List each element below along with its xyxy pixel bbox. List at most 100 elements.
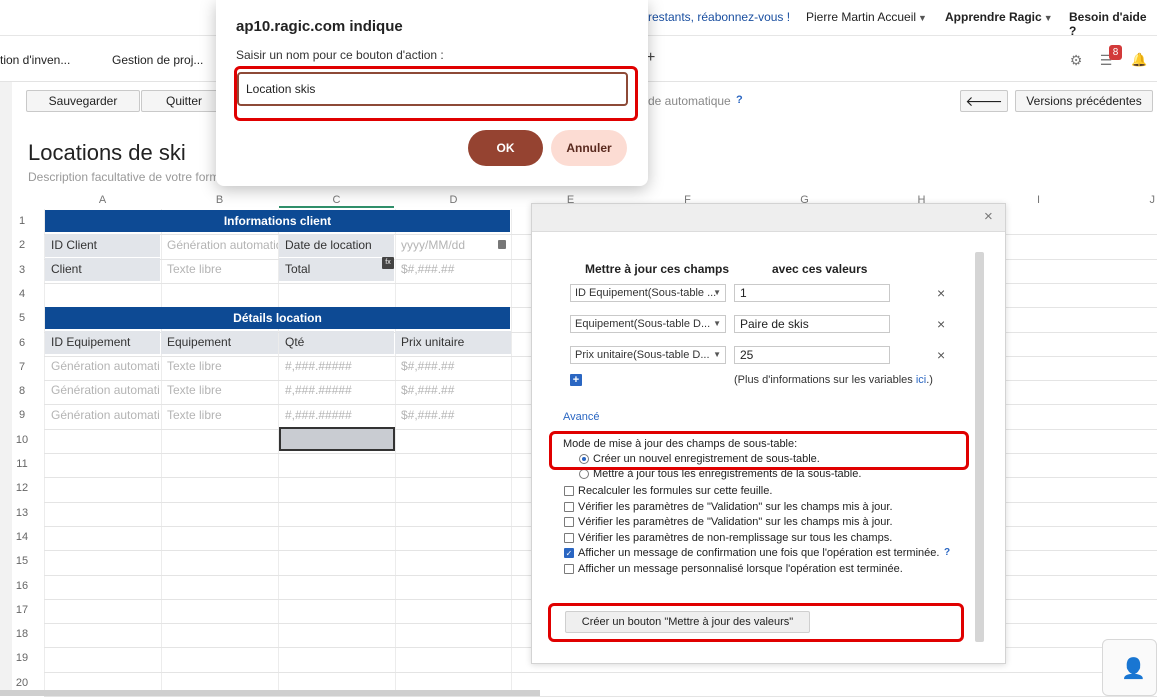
equipment-id-cell[interactable]: Génération automatiq — [45, 379, 160, 402]
option-checkbox[interactable] — [564, 486, 574, 496]
row-number[interactable]: 8 — [0, 385, 44, 397]
row-number[interactable]: 11 — [0, 458, 44, 470]
option-label[interactable]: Afficher un message de confirmation une … — [578, 547, 939, 559]
row-number[interactable]: 13 — [0, 507, 44, 519]
row-number[interactable]: 14 — [0, 531, 44, 543]
row-number[interactable]: 1 — [0, 215, 44, 227]
client-label[interactable]: Client — [45, 258, 160, 281]
equipment-cell[interactable]: Texte libre — [161, 404, 278, 427]
value-input-1[interactable]: 1 — [734, 284, 890, 302]
row-number[interactable]: 20 — [0, 677, 44, 689]
quantity-cell[interactable]: #,###.##### — [279, 404, 394, 427]
column-header-c[interactable]: C — [278, 194, 395, 206]
subscription-promo-link[interactable]: restants, réabonnez-vous ! — [648, 10, 790, 24]
row-number[interactable]: 4 — [0, 288, 44, 300]
subtable-header-equipment-id[interactable]: ID Equipement — [45, 331, 160, 354]
selected-cell-c10[interactable] — [279, 427, 395, 451]
unit-price-cell[interactable]: $#,###.## — [395, 379, 511, 402]
option-checkbox[interactable] — [564, 563, 574, 574]
rental-date-label[interactable]: Date de location — [279, 234, 394, 257]
confirmation-help-icon[interactable]: ? — [944, 547, 950, 558]
client-id-field[interactable]: Génération automatiq — [161, 234, 278, 257]
option-label[interactable]: Vérifier les paramètres de "Validation" … — [578, 516, 893, 528]
row-number[interactable]: 7 — [0, 361, 44, 373]
row-number[interactable]: 12 — [0, 482, 44, 494]
total-field[interactable]: $#,###.## — [395, 258, 511, 281]
advanced-toggle[interactable]: Avancé — [563, 411, 600, 423]
value-input-3[interactable]: 25 — [734, 346, 890, 364]
option-checkbox[interactable] — [564, 532, 574, 543]
add-mapping-icon[interactable]: + — [570, 374, 582, 386]
account-menu[interactable]: Pierre Martin Accueil ▼ — [806, 10, 927, 24]
support-widget[interactable]: 👤 — [1102, 639, 1157, 696]
learn-ragic-menu[interactable]: Apprendre Ragic ▼ — [945, 10, 1053, 24]
column-header-a[interactable]: A — [44, 194, 161, 206]
variables-help-link[interactable]: ici — [916, 374, 926, 386]
back-arrow-button[interactable]: 🡐 — [960, 90, 1008, 112]
column-header-b[interactable]: B — [161, 194, 278, 206]
delete-mapping-icon[interactable]: × — [937, 347, 945, 363]
subtable-header-equipment[interactable]: Equipement — [161, 331, 278, 354]
equipment-cell[interactable]: Texte libre — [161, 355, 278, 378]
field-select-3[interactable]: Prix unitaire(Sous-table D... ▼ — [570, 346, 726, 364]
tab-project-management[interactable]: Gestion de proj... — [112, 53, 203, 67]
option-label[interactable]: Afficher un message personnalisé lorsque… — [578, 563, 903, 575]
row-number[interactable]: 5 — [0, 312, 44, 324]
delete-mapping-icon[interactable]: × — [937, 316, 945, 332]
row-number[interactable]: 18 — [0, 628, 44, 640]
option-checkbox[interactable] — [564, 501, 574, 512]
row-number[interactable]: 3 — [0, 264, 44, 276]
panel-scrollbar[interactable] — [975, 252, 984, 642]
column-header-d[interactable]: D — [395, 194, 512, 206]
option-checkbox[interactable]: ✓ — [564, 548, 574, 558]
equipment-cell[interactable]: Texte libre — [161, 379, 278, 402]
delete-mapping-icon[interactable]: × — [937, 285, 945, 301]
option-checkbox[interactable] — [564, 517, 574, 527]
quantity-cell[interactable]: #,###.##### — [279, 379, 394, 402]
field-select-1[interactable]: ID Equipement(Sous-table ... ▼ — [570, 284, 726, 302]
option-label[interactable]: Vérifier les paramètres de "Validation" … — [578, 501, 893, 513]
equipment-id-cell[interactable]: Génération automatiq — [45, 355, 160, 378]
option-label[interactable]: Recalculer les formules sur cette feuill… — [578, 485, 772, 497]
quantity-cell[interactable]: #,###.##### — [279, 355, 394, 378]
row-number[interactable]: 2 — [0, 239, 44, 251]
unit-price-cell[interactable]: $#,###.## — [395, 404, 511, 427]
quit-button[interactable]: Quitter — [141, 90, 227, 112]
subtable-header-unit-price[interactable]: Prix unitaire — [395, 331, 511, 354]
automatic-help-icon[interactable]: ? — [736, 94, 743, 106]
row-number[interactable]: 10 — [0, 434, 44, 446]
close-icon[interactable]: × — [984, 208, 993, 225]
section-header-client-info[interactable]: Informations client — [45, 210, 510, 232]
rental-date-field[interactable]: yyyy/MM/dd — [395, 234, 511, 257]
row-number[interactable]: 15 — [0, 555, 44, 567]
column-header-j[interactable]: J — [1097, 194, 1157, 206]
value-input-2[interactable]: Paire de skis — [734, 315, 890, 333]
ok-button[interactable]: OK — [468, 130, 543, 166]
client-field[interactable]: Texte libre — [161, 258, 278, 281]
formula-icon[interactable]: fx — [382, 257, 394, 269]
row-number[interactable]: 9 — [0, 409, 44, 421]
unit-price-cell[interactable]: $#,###.## — [395, 355, 511, 378]
previous-versions-button[interactable]: Versions précédentes — [1015, 90, 1153, 112]
field-select-2[interactable]: Equipement(Sous-table D... ▼ — [570, 315, 726, 333]
cancel-button[interactable]: Annuler — [551, 130, 627, 166]
tab-inventory[interactable]: tion d'inven... — [0, 53, 70, 67]
mode-update-all-radio[interactable] — [579, 469, 589, 479]
total-label[interactable]: Total — [279, 258, 394, 281]
row-number[interactable]: 19 — [0, 652, 44, 664]
row-number[interactable]: 16 — [0, 580, 44, 592]
row-number[interactable]: 6 — [0, 337, 44, 349]
subtable-header-quantity[interactable]: Qté — [279, 331, 394, 354]
gear-icon[interactable]: ⚙ — [1068, 52, 1084, 68]
form-description[interactable]: Description facultative de votre form — [28, 170, 219, 184]
horizontal-scrollbar[interactable] — [0, 690, 540, 696]
client-id-label[interactable]: ID Client — [45, 234, 160, 257]
form-title[interactable]: Locations de ski — [28, 140, 186, 166]
help-menu[interactable]: Besoin d'aide ? — [1069, 10, 1157, 38]
save-button[interactable]: Sauvegarder — [26, 90, 140, 112]
calendar-icon[interactable] — [498, 240, 506, 249]
option-label[interactable]: Vérifier les paramètres de non-remplissa… — [578, 532, 892, 544]
section-header-rental-details[interactable]: Détails location — [45, 307, 510, 329]
equipment-id-cell[interactable]: Génération automatiq — [45, 404, 160, 427]
bell-icon[interactable]: 🔔 — [1131, 52, 1147, 68]
